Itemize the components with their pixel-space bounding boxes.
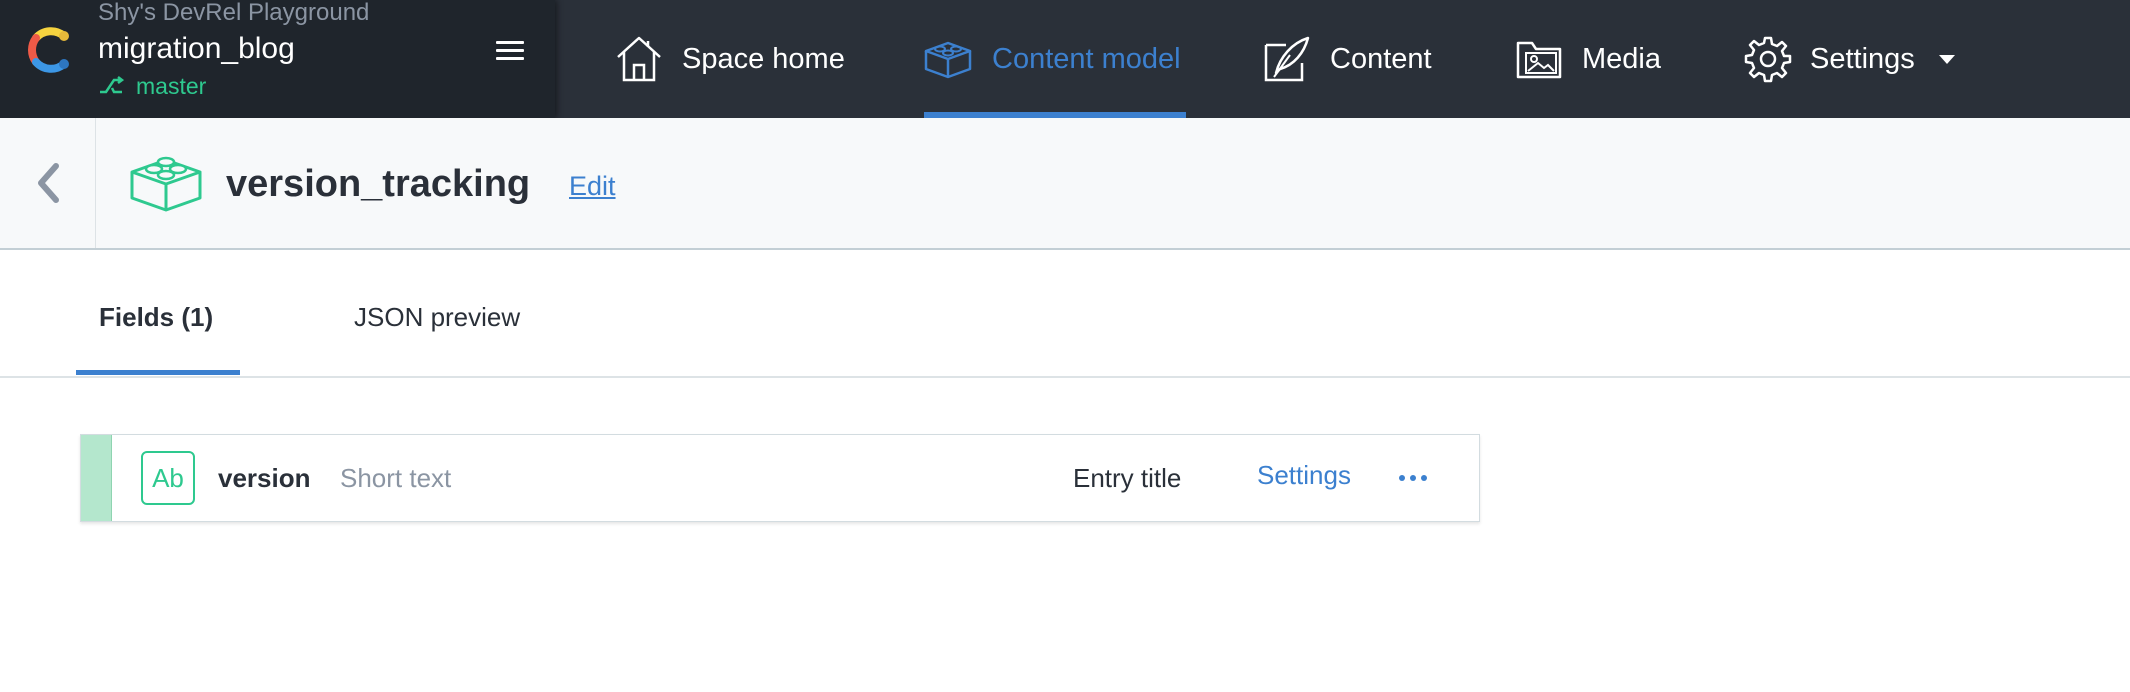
content-icon	[1264, 36, 1310, 82]
dot	[1410, 475, 1416, 481]
field-row[interactable]: Ab version Short text Entry title Settin…	[80, 434, 1480, 522]
branch-icon	[100, 76, 124, 94]
nav-label: Space home	[682, 42, 845, 75]
short-text-icon: Ab	[141, 451, 195, 505]
nav-content-model[interactable]: Content model	[922, 0, 1181, 118]
branch-indicator: master	[98, 72, 206, 100]
media-icon	[1516, 41, 1562, 79]
dot	[1421, 475, 1427, 481]
edit-link[interactable]: Edit	[569, 170, 616, 202]
field-settings-link[interactable]: Settings	[1257, 460, 1351, 490]
nav-media[interactable]: Media	[1514, 0, 1661, 118]
content-type-header: version_tracking Edit	[0, 118, 2130, 250]
nav-label: Media	[1582, 42, 1661, 75]
more-options-icon[interactable]	[1399, 469, 1433, 487]
space-switcher[interactable]: Shy's DevRel Playground migration_blog m…	[0, 0, 555, 118]
hamburger-bar	[496, 40, 524, 44]
nav-content[interactable]: Content	[1262, 0, 1432, 118]
entry-title-badge: Entry title	[1073, 463, 1182, 493]
hamburger-bar	[496, 48, 524, 52]
content-model-icon	[924, 41, 972, 79]
page-title: version_tracking	[226, 163, 531, 205]
nav-label: Content model	[992, 42, 1181, 75]
environment-name: migration_blog	[98, 32, 295, 65]
tab-fields[interactable]: Fields (1)	[99, 302, 213, 332]
top-navigation: Shy's DevRel Playground migration_blog m…	[0, 0, 2130, 118]
nav-label: Content	[1330, 42, 1432, 75]
chevron-down-icon	[1938, 54, 1955, 64]
nav-space-home[interactable]: Space home	[614, 0, 845, 118]
home-icon	[617, 36, 661, 82]
nav-label: Settings	[1810, 42, 1915, 75]
active-tab-indicator	[76, 370, 240, 375]
space-name: Shy's DevRel Playground	[98, 0, 370, 26]
field-name: version	[218, 463, 311, 493]
hamburger-bar	[496, 56, 524, 60]
nav-settings[interactable]: Settings	[1744, 0, 1955, 118]
drag-handle[interactable]	[81, 435, 112, 521]
branch-name: master	[136, 72, 207, 99]
tab-json-preview[interactable]: JSON preview	[354, 302, 520, 332]
tab-bar: Fields (1) JSON preview	[0, 250, 2130, 378]
content-type-icon	[130, 156, 202, 212]
menu-toggle-button[interactable]	[490, 34, 530, 66]
contentful-logo	[28, 27, 69, 73]
chevron-left-icon	[37, 163, 59, 203]
field-type: Short text	[340, 463, 452, 493]
dot	[1399, 475, 1405, 481]
gear-icon	[1744, 36, 1792, 83]
back-button[interactable]	[0, 118, 96, 248]
